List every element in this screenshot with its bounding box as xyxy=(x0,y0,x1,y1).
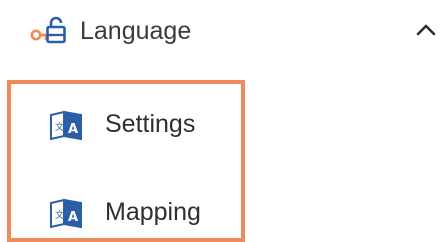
translate-book-icon: 文 A xyxy=(48,110,84,141)
language-label: Language xyxy=(80,17,192,45)
translate-book-icon: 文 A xyxy=(48,198,84,229)
chevron-up-icon[interactable] xyxy=(414,18,438,42)
submenu-item-mapping[interactable]: 文 A Mapping xyxy=(11,187,241,239)
submenu-label-settings: Settings xyxy=(105,110,196,138)
submenu-item-settings[interactable]: 文 A Settings xyxy=(11,99,241,151)
svg-text:A: A xyxy=(68,122,78,137)
language-key-icon xyxy=(30,16,70,46)
svg-text:A: A xyxy=(68,210,78,225)
svg-text:文: 文 xyxy=(55,121,64,133)
submenu-label-mapping: Mapping xyxy=(105,198,201,226)
language-menu-item[interactable]: Language xyxy=(0,0,445,64)
svg-text:文: 文 xyxy=(55,209,64,221)
language-submenu: 文 A Settings 文 A Mapping xyxy=(7,80,245,242)
